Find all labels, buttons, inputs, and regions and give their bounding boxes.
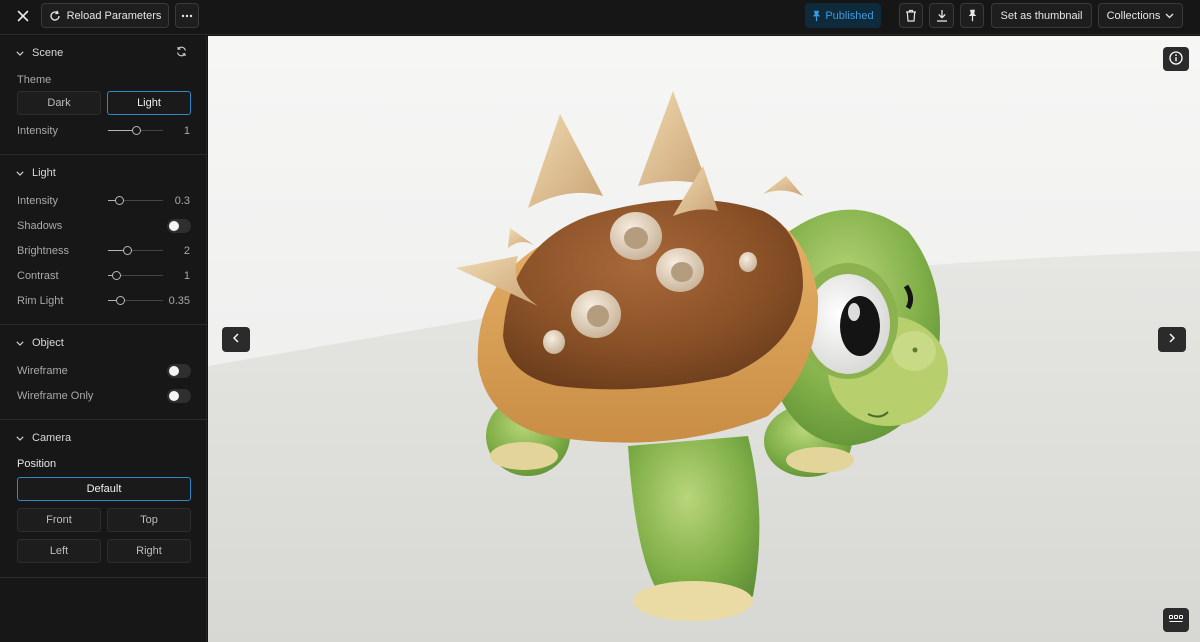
brightness-label: Brightness [17,245,69,257]
scene-section-title: Scene [32,47,64,59]
object-section-header[interactable]: Object [16,337,64,349]
reload-parameters-label: Reload Parameters [66,9,162,22]
turtle-3d-model [456,91,948,621]
slider-handle[interactable] [112,271,121,280]
3d-viewport[interactable] [208,36,1200,642]
published-label: Published [825,9,874,22]
contrast-label: Contrast [17,270,59,282]
set-as-thumbnail-button[interactable]: Set as thumbnail [991,3,1092,28]
scene-section-header[interactable]: Scene [16,47,63,59]
rim-light-label: Rim Light [17,295,64,307]
pin-button[interactable] [960,3,984,28]
contrast-value: 1 [183,270,190,282]
light-section-title: Light [32,167,56,179]
chevron-down-icon [16,167,24,179]
light-intensity-slider[interactable] [108,196,163,206]
camera-top-button[interactable]: Top [107,508,191,532]
chevron-down-icon [16,47,24,59]
rim-light-value: 0.35 [168,295,190,307]
info-button[interactable] [1163,47,1189,71]
collections-dropdown[interactable]: Collections [1098,3,1183,28]
refresh-icon [49,10,61,22]
wireframe-label: Wireframe [17,365,68,377]
theme-label: Theme [17,74,52,86]
download-icon [936,9,948,22]
brightness-value: 2 [183,245,190,257]
next-button[interactable] [1158,327,1186,352]
object-section-title: Object [32,337,64,349]
slider-handle[interactable] [116,296,125,305]
previous-button[interactable] [222,327,250,352]
grid-icon [1169,614,1183,626]
grid-view-button[interactable] [1163,608,1189,632]
camera-front-button[interactable]: Front [17,508,101,532]
chevron-down-icon [16,337,24,349]
more-horizontal-icon [181,14,193,18]
position-label: Position [17,458,57,470]
chevron-left-icon [233,333,239,346]
slider-handle[interactable] [115,196,124,205]
pin-icon [812,10,821,22]
shadows-toggle[interactable] [167,219,191,233]
section-divider [0,154,207,155]
contrast-slider[interactable] [108,271,163,281]
section-divider [0,419,207,420]
chevron-right-icon [1169,333,1175,346]
published-button[interactable]: Published [805,3,881,28]
slider-handle[interactable] [123,246,132,255]
brightness-slider[interactable] [108,246,163,256]
scene-intensity-value: 1 [183,125,190,137]
close-icon[interactable] [12,5,34,27]
section-divider [0,324,207,325]
refresh-icon [176,46,187,60]
reload-parameters-button[interactable]: Reload Parameters [41,3,169,28]
download-button[interactable] [929,3,954,28]
more-options-button[interactable] [175,3,199,28]
rim-light-slider[interactable] [108,296,163,306]
camera-default-button[interactable]: Default [17,477,191,501]
delete-button[interactable] [899,3,923,28]
section-divider [0,577,207,578]
chevron-down-icon [16,432,24,444]
top-toolbar: Reload Parameters Published Set as thumb… [0,0,1200,35]
parameters-sidebar: Scene Theme Dark Light Intensity 1 Light… [0,36,207,642]
pin-icon [968,9,977,22]
slider-handle[interactable] [132,126,141,135]
wireframe-only-toggle[interactable] [167,389,191,403]
light-section-header[interactable]: Light [16,167,56,179]
shadows-label: Shadows [17,220,63,232]
set-as-thumbnail-label: Set as thumbnail [1000,9,1083,22]
wireframe-toggle[interactable] [167,364,191,378]
trash-icon [905,9,917,22]
info-icon [1169,50,1183,68]
scene-intensity-slider[interactable] [108,126,163,136]
camera-right-button[interactable]: Right [107,539,191,563]
light-intensity-label: Intensity [17,195,58,207]
theme-light-button[interactable]: Light [107,91,191,115]
wireframe-only-label: Wireframe Only [17,390,94,402]
chevron-down-icon [1165,13,1174,19]
reset-scene-button[interactable] [172,44,190,62]
camera-left-button[interactable]: Left [17,539,101,563]
camera-section-title: Camera [32,432,72,444]
collections-label: Collections [1106,9,1161,22]
light-intensity-value: 0.3 [174,195,190,207]
camera-section-header[interactable]: Camera [16,432,71,444]
scene-intensity-label: Intensity [17,125,58,137]
theme-dark-button[interactable]: Dark [17,91,101,115]
